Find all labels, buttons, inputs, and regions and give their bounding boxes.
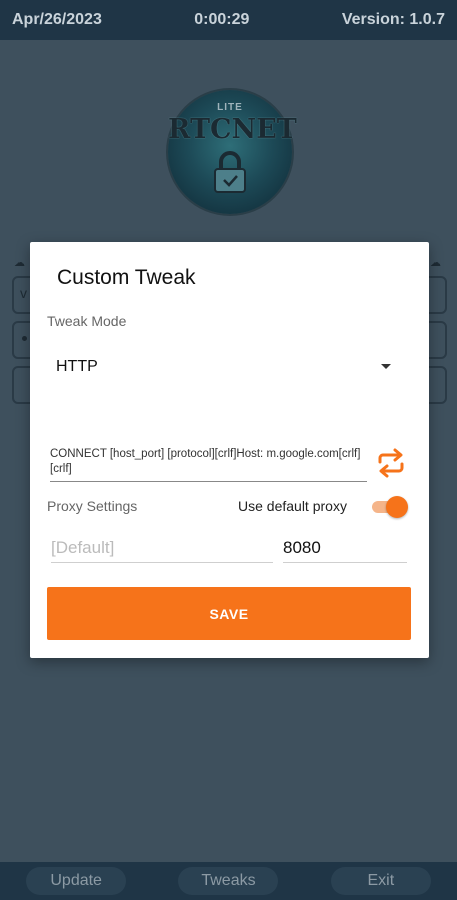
logo-lite-text: LITE [217,102,243,113]
cloud-icon: ☁ [430,257,441,269]
proxy-host-input[interactable] [51,534,273,563]
use-default-proxy-toggle[interactable] [370,496,408,518]
tweaks-button[interactable]: Tweaks [178,867,279,895]
background-field-text: v [20,285,27,301]
version-text: Version: 1.0.7 [341,11,445,28]
tweak-mode-select[interactable]: HTTP [47,350,403,382]
save-button[interactable]: SAVE [47,587,411,640]
payload-field[interactable]: CONNECT [host_port] [protocol][crlf]Host… [50,447,367,482]
cloud-icon: ☁ [14,257,25,269]
tweak-mode-label: Tweak Mode [47,313,127,329]
proxy-settings-label: Proxy Settings [47,498,138,514]
lock-icon [214,151,246,193]
swap-icon[interactable] [374,446,408,480]
custom-tweak-dialog: Custom Tweak Tweak Mode HTTP CONNECT [ho… [30,242,429,658]
dialog-title: Custom Tweak [57,266,196,289]
status-bar: Apr/26/2023 0:00:29 Version: 1.0.7 [0,0,457,40]
timer-text: 0:00:29 [194,11,250,28]
bottom-nav: Update Tweaks Exit [0,862,457,900]
date-text: Apr/26/2023 [12,11,102,28]
tweak-mode-value: HTTP [56,358,98,375]
exit-button[interactable]: Exit [330,867,431,895]
logo-brand-text: RTCNET [168,114,297,145]
app-logo: LITE RTCNET [168,90,297,214]
use-default-proxy-label: Use default proxy [238,498,347,514]
dropdown-arrow-icon [381,364,391,369]
update-button[interactable]: Update [26,867,127,895]
toggle-thumb [386,496,408,518]
bullet-icon [22,336,27,341]
proxy-port-input[interactable] [283,534,407,563]
